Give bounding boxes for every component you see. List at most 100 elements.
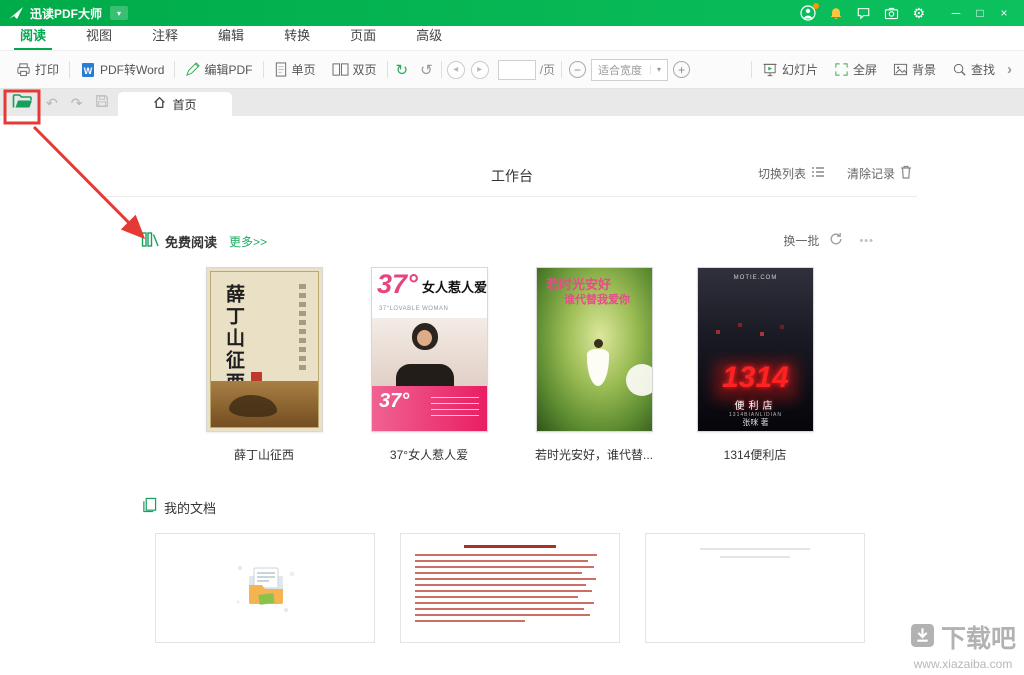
- refresh-icon[interactable]: [829, 232, 843, 249]
- switch-list-button[interactable]: 切换列表: [758, 165, 825, 182]
- separator: [751, 61, 752, 78]
- camera-icon[interactable]: [884, 7, 899, 20]
- app-menu-button[interactable]: ▾: [110, 6, 128, 20]
- doc-thumb-line: [415, 584, 586, 586]
- book-cover-1314[interactable]: MOTIE.COM 1314 便利店 1314BIANLIDIAN 张咪 著: [697, 267, 814, 432]
- print-label: 打印: [35, 61, 59, 78]
- titlebar-actions: ⚙ ─ □ ×: [800, 0, 1016, 26]
- doc-thumb-line: [415, 614, 590, 616]
- tab-page[interactable]: 页面: [344, 25, 382, 50]
- page-number-input[interactable]: [498, 60, 536, 80]
- book-caption: 1314便利店: [670, 446, 840, 463]
- free-reading-title: 免费阅读: [165, 232, 217, 251]
- separator: [174, 61, 175, 78]
- more-options-button[interactable]: •••: [859, 235, 874, 247]
- cover-band-lines: [431, 397, 479, 420]
- cover-brand: MOTIE.COM: [698, 275, 813, 281]
- cover-photo: [372, 318, 487, 388]
- document-card-2[interactable]: [400, 533, 620, 643]
- tab-reading[interactable]: 阅读: [14, 25, 52, 50]
- next-page-button[interactable]: ▸: [471, 61, 489, 79]
- edit-pdf-button[interactable]: 编辑PDF: [177, 61, 260, 78]
- slideshow-label: 幻灯片: [782, 61, 818, 78]
- zoom-mode-dropdown[interactable]: 适合宽度 ▾: [591, 59, 668, 81]
- pdf-to-word-label: PDF转Word: [100, 61, 164, 78]
- my-documents-title: 我的文档: [164, 498, 216, 517]
- book-cover-37-woman[interactable]: 37° 女人惹人爱 37°LOVABLE WOMAN 37°: [371, 267, 488, 432]
- document-card-3[interactable]: [645, 533, 865, 643]
- rotate-counterclockwise-button[interactable]: ↺: [414, 61, 439, 79]
- refresh-batch-button[interactable]: 换一批: [783, 232, 819, 249]
- single-page-button[interactable]: 单页: [266, 61, 324, 78]
- app-window: 迅读PDF大师 ▾ ⚙ ─ □ × 阅读 视: [0, 0, 1024, 675]
- site-watermark: 下载吧 www.xiazaiba.com: [910, 619, 1016, 671]
- background-button[interactable]: 背景: [885, 61, 944, 78]
- book-cover-ruoshiguang[interactable]: 若时光安好 谁代替我爱你: [536, 267, 653, 432]
- app-title: 迅读PDF大师: [30, 5, 102, 22]
- save-button[interactable]: [95, 94, 109, 111]
- page-unit-label: /页: [540, 61, 555, 78]
- watermark-site-url: www.xiazaiba.com: [910, 657, 1016, 671]
- close-button[interactable]: ×: [992, 0, 1016, 26]
- maximize-button[interactable]: □: [968, 0, 992, 26]
- download-icon: [910, 623, 935, 651]
- toolbar-overflow-button[interactable]: ›: [1003, 61, 1016, 78]
- doc-thumb-faint-line: [700, 548, 810, 550]
- zoom-mode-value: 适合宽度: [598, 62, 642, 78]
- section-divider: [105, 196, 917, 197]
- background-label: 背景: [912, 61, 936, 78]
- user-avatar-icon[interactable]: [800, 5, 816, 21]
- tab-annotate[interactable]: 注释: [146, 25, 184, 50]
- picture-icon: [893, 62, 908, 77]
- doc-thumb-line: [415, 572, 582, 574]
- rotate-clockwise-button[interactable]: ↻: [390, 61, 415, 79]
- pencil-icon: [185, 62, 200, 77]
- single-page-icon: [274, 62, 288, 77]
- tab-home[interactable]: 首页: [118, 92, 232, 116]
- cover-umbrella: [626, 364, 653, 396]
- book-cover-xuedingshan[interactable]: 薛丁山征西: [206, 267, 323, 432]
- book-caption: 若时光安好，谁代替...: [509, 446, 679, 463]
- undo-button[interactable]: ↶: [46, 96, 58, 110]
- tab-advanced[interactable]: 高级: [410, 25, 448, 50]
- tab-view[interactable]: 视图: [80, 25, 118, 50]
- minimize-button[interactable]: ─: [944, 0, 968, 26]
- redo-button[interactable]: ↷: [71, 96, 83, 110]
- toolbar: 打印 W PDF转Word 编辑PDF 单页 双页 ↻ ↺ ◂ ▸ /页 −: [0, 51, 1024, 89]
- gear-icon[interactable]: ⚙: [912, 6, 925, 20]
- doc-thumb-line: [415, 620, 525, 622]
- cover-art-band: [211, 381, 318, 427]
- word-doc-icon: W: [80, 62, 96, 78]
- edit-pdf-label: 编辑PDF: [204, 61, 252, 78]
- clear-records-button[interactable]: 清除记录: [847, 165, 912, 182]
- print-button[interactable]: 打印: [8, 61, 67, 78]
- fullscreen-button[interactable]: 全屏: [826, 61, 885, 78]
- tab-convert[interactable]: 转换: [278, 25, 316, 50]
- svg-text:W: W: [84, 66, 93, 76]
- more-books-link[interactable]: 更多>>: [229, 233, 267, 250]
- pdf-to-word-button[interactable]: W PDF转Word: [72, 61, 172, 78]
- open-file-button[interactable]: [12, 93, 33, 113]
- single-page-label: 单页: [292, 61, 316, 78]
- doc-thumb-line: [415, 590, 592, 592]
- slideshow-button[interactable]: 幻灯片: [754, 61, 826, 78]
- doc-thumb-line: [415, 566, 594, 568]
- cover-figure-face: [417, 330, 432, 346]
- zoom-out-button[interactable]: −: [569, 61, 586, 78]
- double-page-button[interactable]: 双页: [324, 61, 385, 78]
- bell-icon[interactable]: [829, 6, 843, 21]
- workbench-actions: 切换列表 清除记录: [758, 165, 912, 182]
- tabbar-actions: ↶ ↷: [12, 89, 109, 116]
- zoom-in-button[interactable]: +: [673, 61, 690, 78]
- watermark-site-name: 下载吧: [941, 619, 1016, 655]
- app-logo-icon: [8, 6, 24, 20]
- menu-tab-bar: 阅读 视图 注释 编辑 转换 页面 高级: [0, 26, 1024, 51]
- document-card-1[interactable]: [155, 533, 375, 643]
- previous-page-button[interactable]: ◂: [447, 61, 465, 79]
- message-icon[interactable]: [856, 6, 871, 20]
- cover-horse-art: [229, 395, 277, 417]
- tab-edit[interactable]: 编辑: [212, 25, 250, 50]
- cover-subtitle: 37°LOVABLE WOMAN: [379, 306, 448, 312]
- find-button[interactable]: 查找: [944, 61, 1003, 78]
- cover-title-line2: 谁代替我爱你: [564, 291, 630, 307]
